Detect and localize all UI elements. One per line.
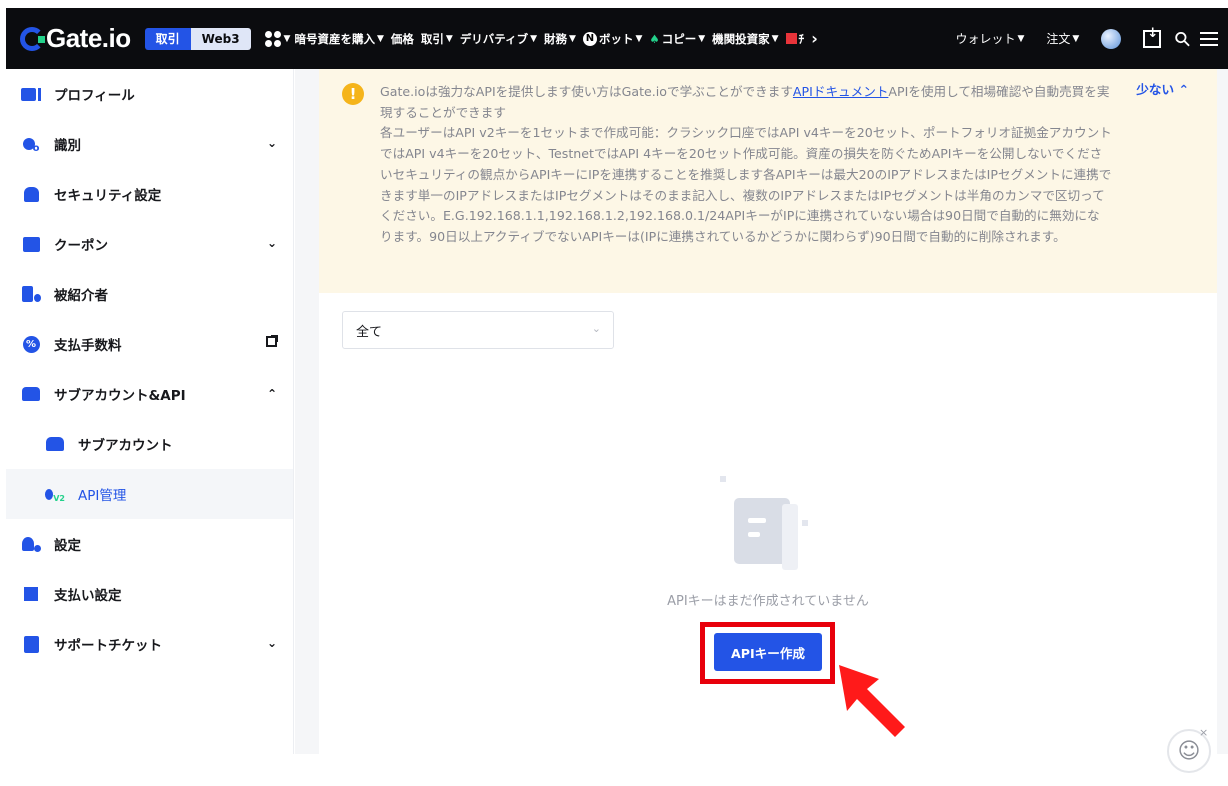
search-icon[interactable]: ⚲	[1169, 25, 1196, 52]
sidebar-item-coupon[interactable]: クーポン ⌄	[6, 219, 293, 269]
main-content: ! Gate.ioは強力なAPIを提供します使い方はGate.ioで学ぶことがで…	[295, 69, 1228, 754]
notice-details: 各ユーザーはAPI v2キーを1セットまで作成可能：クラシック口座ではAPI v…	[380, 125, 1112, 244]
nav-institutional[interactable]: 機関投資家 ▼	[712, 31, 778, 47]
collapse-notice-button[interactable]: 少ない ⌃	[1136, 79, 1189, 98]
nav-derivatives[interactable]: デリバティブ ▼	[460, 31, 537, 47]
nav-prices[interactable]: 価格	[391, 31, 414, 47]
annotation-highlight-box	[700, 622, 835, 684]
identity-icon: o	[21, 134, 41, 154]
wallet-menu[interactable]: ウォレット ▼	[955, 30, 1024, 47]
coupon-icon	[21, 234, 41, 254]
select-value: 全て	[356, 324, 383, 340]
sidebar-item-profile[interactable]: プロフィール	[6, 69, 293, 119]
chevron-down-icon: ▼	[1017, 33, 1025, 44]
referral-icon	[21, 284, 41, 304]
chevron-up-icon[interactable]: ⌄	[267, 386, 277, 400]
nav-bot[interactable]: N ボット ▼	[582, 31, 643, 47]
warning-icon: !	[342, 83, 364, 105]
sidebar-item-label: サポートチケット	[54, 638, 162, 654]
bar-chart-icon	[785, 33, 797, 44]
sidebar-item-label: 設定	[54, 538, 81, 554]
close-icon[interactable]: ×	[1199, 726, 1208, 739]
gateio-logo[interactable]: Gate.io	[20, 23, 131, 54]
mode-trade-tab[interactable]: 取引	[144, 27, 191, 50]
empty-state-message: APIキーはまだ作成されていません	[667, 594, 869, 609]
sidebar-item-label: 支払手数料	[54, 338, 122, 354]
subaccount-icon	[45, 434, 65, 454]
nav-finance[interactable]: 財務 ▼	[544, 31, 576, 47]
chevron-down-icon: ▼	[1072, 33, 1080, 44]
apps-grid-icon[interactable]	[264, 30, 281, 47]
api-filter-select[interactable]: 全て ⌄	[342, 311, 614, 349]
nav-trade[interactable]: 取引 ▼	[421, 31, 453, 47]
sidebar-item-label: 被紹介者	[54, 288, 108, 304]
sidebar-item-settings[interactable]: 設定	[6, 519, 293, 569]
header-right: ウォレット▼ 注文▼ ⚲	[955, 25, 1218, 52]
sidebar-item-label: プロフィール	[54, 88, 135, 104]
api-keys-panel: 全て ⌄ APIキーはまだ作成されていません APIキー作成	[319, 293, 1217, 754]
chevron-down-icon: ▼	[698, 33, 706, 44]
nav-more-truncated[interactable]: ﾁ	[785, 31, 804, 47]
annotation-arrow-icon	[839, 665, 905, 737]
sidebar-item-security[interactable]: セキュリティ設定	[6, 169, 293, 219]
payment-icon	[21, 584, 41, 604]
api-v2-icon: V2	[45, 484, 65, 504]
sidebar-item-label: API管理	[78, 488, 127, 504]
sidebar-item-label: セキュリティ設定	[54, 188, 162, 204]
logo-text: Gate.io	[46, 23, 131, 53]
chevron-down-icon[interactable]: ⌄	[267, 236, 277, 250]
empty-document-icon	[720, 476, 808, 570]
main-nav: 暗号資産を購入 ▼ 価格 取引 ▼ デリバティブ ▼ 財務 ▼ N ボット ▼ ♠ コピー ▼ …	[294, 29, 824, 48]
bot-n-icon: N	[582, 31, 597, 46]
security-icon	[21, 184, 41, 204]
mode-web3-tab[interactable]: Web3	[190, 27, 251, 50]
fee-percent-icon: %	[21, 334, 41, 354]
subaccount-api-icon	[21, 384, 41, 404]
orders-menu[interactable]: 注文 ▼	[1046, 30, 1079, 47]
sidebar-item-subaccount[interactable]: サブアカウント	[6, 419, 293, 469]
profile-card-icon	[21, 84, 41, 104]
sidebar-item-label: サブアカウント	[78, 438, 173, 454]
gate-logo-icon	[20, 26, 45, 51]
chevron-down-icon[interactable]: ⌄	[267, 136, 277, 150]
sidebar-item-api-management[interactable]: V2 API管理	[6, 469, 293, 519]
chevron-down-icon: ▼	[530, 33, 538, 44]
sidebar-item-label: サブアカウント&API	[54, 388, 186, 404]
download-icon[interactable]	[1143, 26, 1162, 48]
chevron-down-icon: ▼	[569, 33, 576, 44]
chevron-down-icon: ▼	[635, 33, 643, 44]
nav-scroll-right-icon[interactable]: ›	[811, 29, 818, 48]
account-sidebar: プロフィール o 識別 ⌄ セキュリティ設定 クーポン ⌄ 被紹介者 % 支払手…	[6, 69, 294, 754]
api-info-notice: ! Gate.ioは強力なAPIを提供します使い方はGate.ioで学ぶことがで…	[319, 69, 1217, 293]
chevron-down-icon: ▼	[771, 33, 779, 44]
ticket-icon	[21, 634, 41, 654]
sidebar-item-fees[interactable]: % 支払手数料	[6, 319, 293, 369]
chevron-down-icon: ▼	[376, 33, 384, 44]
external-link-icon[interactable]	[266, 335, 278, 347]
copy-leaf-icon: ♠	[649, 31, 660, 46]
menu-icon[interactable]	[1200, 31, 1218, 46]
nav-copy[interactable]: ♠ コピー ▼	[649, 31, 705, 47]
nav-buy-crypto[interactable]: 暗号資産を購入 ▼	[294, 31, 383, 47]
notice-text: Gate.ioは強力なAPIを提供します使い方はGate.ioで学ぶことができま…	[380, 82, 1112, 248]
api-docs-link[interactable]: APIドキュメント	[793, 84, 889, 99]
sidebar-item-subaccount-api[interactable]: サブアカウント&API ⌄	[6, 369, 293, 419]
chevron-down-icon: ▼	[445, 33, 453, 44]
chevron-down-icon: ⌄	[591, 322, 601, 335]
sidebar-item-label: クーポン	[54, 238, 108, 254]
sidebar-item-payment[interactable]: 支払い設定	[6, 569, 293, 619]
sidebar-item-label: 支払い設定	[54, 588, 122, 604]
mode-toggle: 取引 Web3	[144, 27, 251, 50]
top-navbar: Gate.io 取引 Web3 ▼ 暗号資産を購入 ▼ 価格 取引 ▼ デリバティブ…	[6, 8, 1228, 69]
apps-caret-icon: ▼	[283, 33, 291, 44]
sidebar-item-support-ticket[interactable]: サポートチケット ⌄	[6, 619, 293, 669]
sidebar-item-label: 識別	[54, 138, 81, 154]
settings-user-icon	[21, 534, 41, 554]
sidebar-item-identity[interactable]: o 識別 ⌄	[6, 119, 293, 169]
avatar[interactable]	[1101, 28, 1122, 49]
chevron-up-icon: ⌃	[1178, 82, 1189, 97]
sidebar-item-referral[interactable]: 被紹介者	[6, 269, 293, 319]
chevron-down-icon[interactable]: ⌄	[267, 636, 277, 650]
